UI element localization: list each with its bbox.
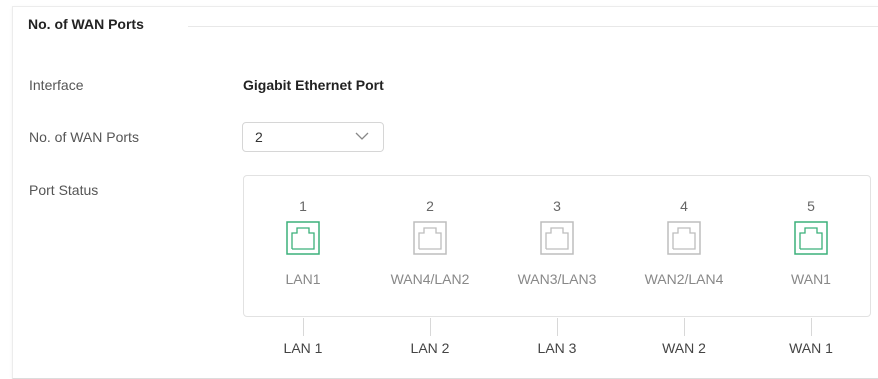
interface-label: Interface bbox=[29, 77, 84, 93]
port-label: WAN4/LAN2 bbox=[390, 271, 470, 287]
port-label: WAN3/LAN3 bbox=[517, 271, 597, 287]
wan-ports-selected-value: 2 bbox=[255, 129, 263, 145]
port-connector-line bbox=[430, 318, 431, 336]
port-assignment-label: LAN 1 bbox=[283, 340, 323, 356]
section-divider bbox=[188, 26, 878, 27]
port-assignment-label: WAN 1 bbox=[789, 340, 833, 356]
interface-value: Gigabit Ethernet Port bbox=[243, 77, 384, 93]
port-assignment-label: LAN 2 bbox=[410, 340, 450, 356]
port-assignment-label: WAN 2 bbox=[662, 340, 706, 356]
port-status-label: Port Status bbox=[29, 182, 99, 198]
ethernet-port-icon bbox=[540, 221, 574, 255]
port-label: WAN2/LAN4 bbox=[644, 271, 724, 287]
port-number: 3 bbox=[553, 198, 561, 214]
port-number: 4 bbox=[680, 198, 688, 214]
port-label: LAN1 bbox=[285, 271, 321, 287]
port-number: 2 bbox=[426, 198, 434, 214]
port-connector-line bbox=[303, 318, 304, 336]
port-number: 1 bbox=[299, 198, 307, 214]
port-number: 5 bbox=[807, 198, 815, 214]
section-title: No. of WAN Ports bbox=[28, 16, 144, 32]
port-connector-line bbox=[684, 318, 685, 336]
ethernet-port-icon bbox=[413, 221, 447, 255]
ethernet-port-icon bbox=[667, 221, 701, 255]
port-label: WAN1 bbox=[791, 271, 831, 287]
ethernet-port-icon bbox=[794, 221, 828, 255]
wan-ports-select[interactable]: 2 bbox=[242, 122, 384, 152]
port-connector-line bbox=[811, 318, 812, 336]
ethernet-port-icon bbox=[286, 221, 320, 255]
chevron-down-icon bbox=[355, 132, 369, 140]
wan-ports-label: No. of WAN Ports bbox=[29, 129, 139, 145]
port-assignment-label: LAN 3 bbox=[537, 340, 577, 356]
port-connector-line bbox=[557, 318, 558, 336]
